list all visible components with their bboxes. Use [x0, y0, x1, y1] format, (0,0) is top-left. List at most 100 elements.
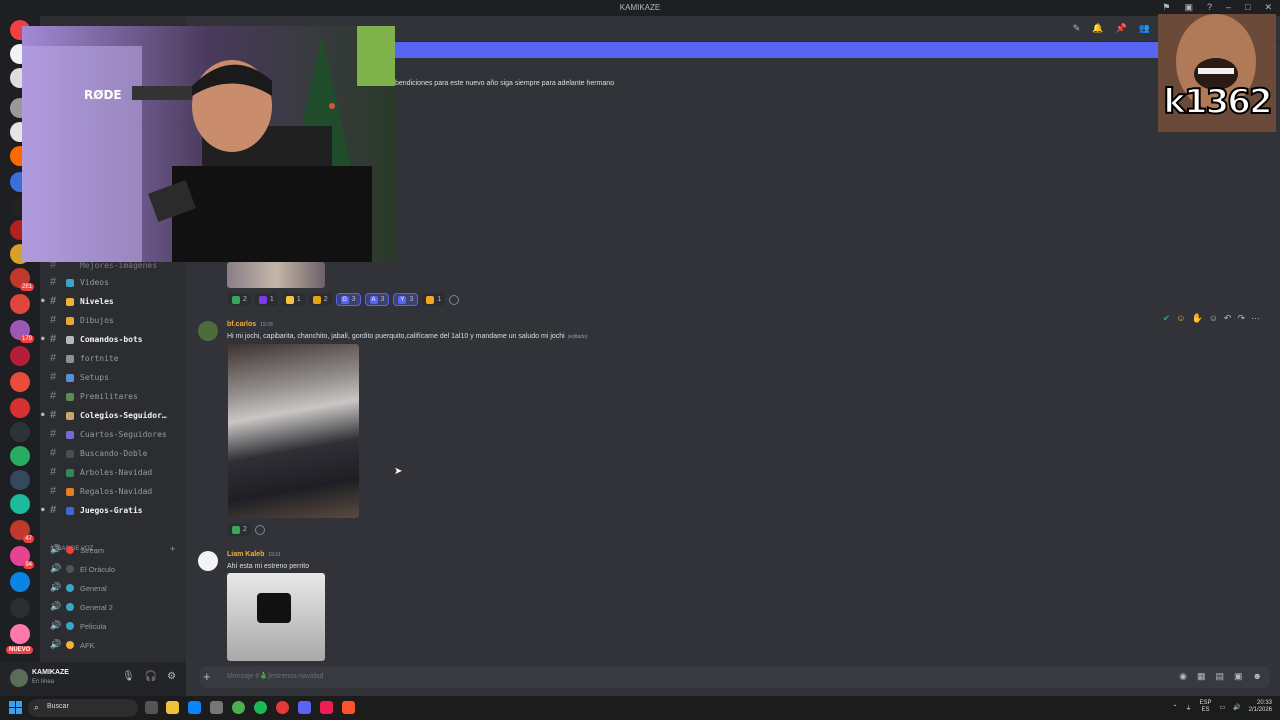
reply-icon[interactable]: ↶	[1224, 313, 1232, 324]
emoji-react-icon[interactable]: ☺	[1176, 313, 1185, 324]
check-react-icon[interactable]: ✔	[1163, 313, 1171, 324]
discord-icon[interactable]	[298, 701, 311, 714]
channel-buscando-doble[interactable]: # Buscando-Doble	[40, 444, 186, 463]
add-reaction-icon[interactable]	[449, 295, 460, 305]
message-author[interactable]: Liam Kaleb 19:31	[227, 551, 281, 558]
server-icon[interactable]: 47	[10, 520, 34, 543]
taskbar-search[interactable]: ⌕ Buscar	[28, 699, 138, 717]
server-icon[interactable]	[10, 398, 30, 418]
avatar[interactable]	[198, 551, 218, 571]
message-input[interactable]: Mensaje #🎄|estrenos-navidad	[227, 672, 324, 680]
channel-videos[interactable]: # Videos	[40, 273, 186, 292]
voice-channel-general-2[interactable]: 🔊 General 2	[40, 597, 186, 616]
brave-icon[interactable]	[342, 701, 355, 714]
server-icon[interactable]	[10, 598, 30, 618]
maximize-icon[interactable]: □	[1245, 2, 1250, 13]
monitor-icon[interactable]: ▭	[1219, 704, 1225, 711]
reaction-pill[interactable]: 1	[422, 293, 446, 306]
server-icon[interactable]	[10, 494, 30, 514]
message-composer[interactable]: + Mensaje #🎄|estrenos-navidad ◉ ▦ ▤ ▣ ☻	[200, 666, 1270, 688]
channel-arboles-navidad[interactable]: # Arboles-Navidad	[40, 463, 186, 482]
screen-icon[interactable]: ▣	[1184, 2, 1193, 13]
server-icon[interactable]	[10, 624, 30, 644]
windows-start-icon[interactable]	[9, 701, 22, 714]
voice-channel-stream[interactable]: 🔊 Stream	[40, 540, 186, 559]
reaction-pill[interactable]: A3	[364, 293, 390, 306]
clock[interactable]: 20:33 2/1/2026	[1249, 700, 1272, 714]
sticker-icon[interactable]: ▤	[1215, 671, 1224, 682]
server-icon[interactable]	[10, 470, 30, 490]
server-icon[interactable]	[10, 572, 30, 592]
server-icon[interactable]: 94	[10, 546, 34, 569]
channel-comandos-bots[interactable]: ● # Comandos-bots	[40, 330, 186, 349]
reaction-pill[interactable]: G3	[335, 293, 361, 306]
upload-plus-icon[interactable]: +	[203, 669, 211, 684]
threads-icon[interactable]: ✎	[1073, 23, 1081, 34]
more-options-icon[interactable]: ⋯	[1251, 313, 1260, 324]
microphone-icon[interactable]: 🎙	[122, 671, 135, 682]
bell-icon[interactable]: 🔔	[1092, 23, 1103, 34]
file-explorer-icon[interactable]	[166, 701, 179, 714]
image-attachment[interactable]	[228, 344, 359, 518]
language-indicator[interactable]: ESP ES	[1199, 700, 1211, 714]
volume-icon[interactable]: 🔊	[1233, 704, 1240, 711]
store-icon[interactable]	[188, 701, 201, 714]
pin-icon[interactable]: 📌	[1116, 23, 1127, 34]
image-attachment[interactable]	[227, 262, 325, 288]
chrome-icon[interactable]	[232, 701, 245, 714]
task-view-icon[interactable]	[145, 701, 158, 714]
server-icon[interactable]	[10, 346, 30, 366]
message-author[interactable]: bf.carlos 19:29	[227, 321, 273, 328]
channel-colegios-seguidores[interactable]: ● # Colegios-Seguidor…	[40, 406, 186, 425]
channel-setups[interactable]: # Setups	[40, 368, 186, 387]
voice-channel-pelicula[interactable]: 🔊 Pelicula	[40, 616, 186, 635]
chevron-up-icon[interactable]: ⌃	[1172, 704, 1177, 711]
server-icon[interactable]	[10, 294, 30, 314]
reaction-pill[interactable]: 2	[228, 293, 251, 306]
close-icon[interactable]: ✕	[1264, 2, 1272, 13]
channel-emoji-icon	[66, 374, 74, 382]
channel-niveles[interactable]: ● # Niveles	[40, 292, 186, 311]
emoji-icon[interactable]: ☻	[1253, 671, 1262, 682]
inbox-icon[interactable]: ⚑	[1162, 2, 1170, 13]
minimize-icon[interactable]: –	[1226, 2, 1231, 13]
forward-icon[interactable]: ↷	[1237, 313, 1245, 324]
channel-cuartos-seguidores[interactable]: # Cuartos-Seguidores	[40, 425, 186, 444]
spotify-icon[interactable]	[254, 701, 267, 714]
voice-channel-afk[interactable]: 🔊 AFK	[40, 635, 186, 654]
reaction-pill[interactable]: Y3	[393, 293, 419, 306]
add-reaction-icon[interactable]: ☺	[1209, 313, 1218, 324]
add-reaction-icon[interactable]	[254, 525, 265, 535]
image-attachment[interactable]	[227, 573, 325, 661]
app-icon[interactable]	[210, 701, 223, 714]
usb-icon[interactable]: ⏚	[1185, 703, 1191, 712]
reaction-pill[interactable]: 2	[228, 523, 251, 536]
hand-react-icon[interactable]: ✋	[1191, 313, 1202, 324]
server-icon[interactable]	[10, 446, 30, 466]
voice-channel-general[interactable]: 🔊 General	[40, 578, 186, 597]
server-icon[interactable]	[10, 372, 30, 392]
members-icon[interactable]: 👥	[1139, 23, 1150, 34]
channel-fortnite[interactable]: # fortnite	[40, 349, 186, 368]
channel-juegos-gratis[interactable]: ● # Juegos-Gratis	[40, 501, 186, 520]
gift-icon[interactable]: ◉	[1179, 671, 1187, 682]
channel-premilitares[interactable]: # Premilitares	[40, 387, 186, 406]
channel-regalos-navidad[interactable]: # Regalos-Navidad	[40, 482, 186, 501]
gif-icon[interactable]: ▦	[1197, 671, 1206, 682]
headphones-icon[interactable]: 🎧	[145, 671, 157, 682]
settings-gear-icon[interactable]: ⚙	[167, 671, 176, 682]
avatar[interactable]	[10, 669, 28, 687]
reaction-pill[interactable]: 2	[308, 293, 332, 306]
reaction-pill[interactable]: 1	[281, 293, 305, 306]
browser-icon[interactable]	[276, 701, 289, 714]
avatar[interactable]	[198, 321, 218, 341]
voice-channel-oraculo[interactable]: 🔊 El Oráculo	[40, 559, 186, 578]
channel-dibujos[interactable]: # Dibujos	[40, 311, 186, 330]
help-icon[interactable]: ?	[1207, 2, 1212, 13]
reaction-pill[interactable]: 1	[254, 293, 278, 306]
server-icon[interactable]: 179	[10, 320, 34, 343]
server-icon[interactable]: 281	[10, 268, 34, 291]
tiktok-icon[interactable]	[320, 701, 333, 714]
server-icon[interactable]	[10, 422, 30, 442]
apps-icon[interactable]: ▣	[1234, 671, 1243, 682]
